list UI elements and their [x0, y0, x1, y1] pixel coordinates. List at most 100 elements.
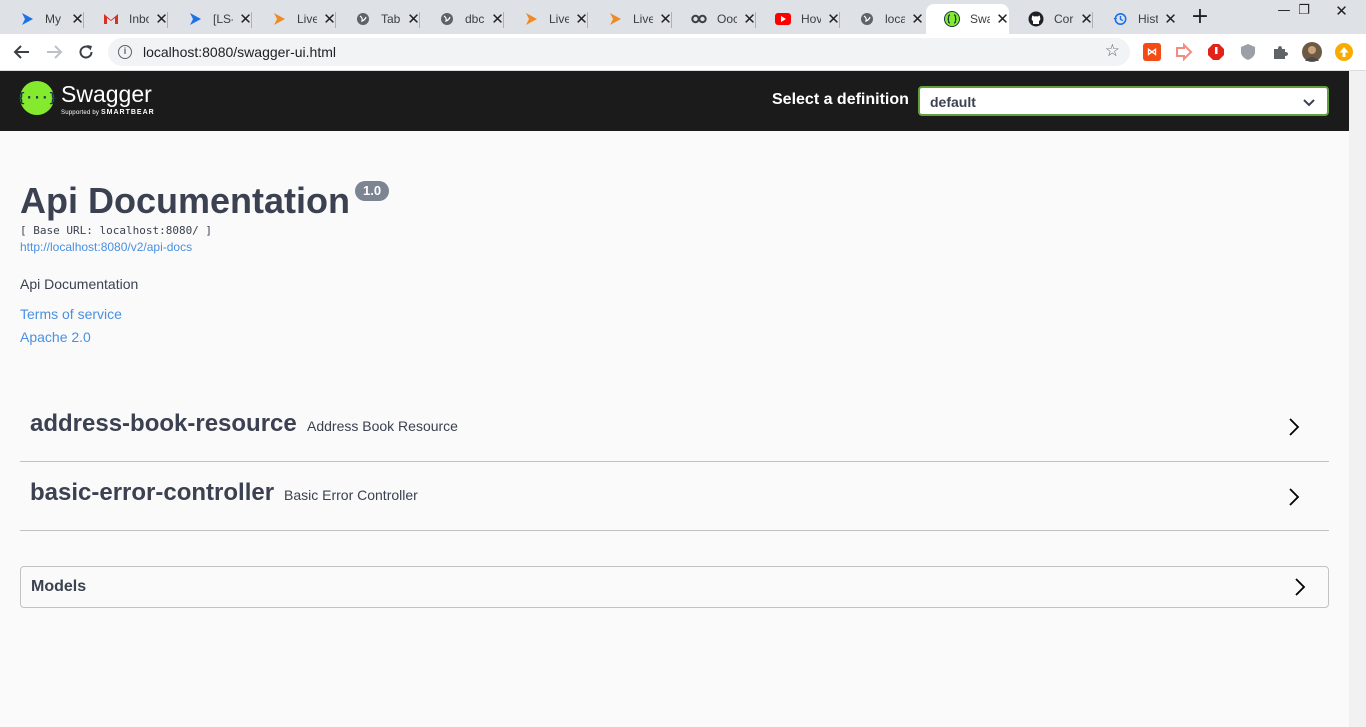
- browser-tab[interactable]: My ✕: [1, 4, 84, 34]
- extensions-puzzle-icon[interactable]: [1271, 43, 1289, 61]
- browser-tab[interactable]: Inbo ✕: [85, 4, 168, 34]
- tag-description: Basic Error Controller: [284, 487, 418, 503]
- browser-tab[interactable]: [LS- ✕: [169, 4, 252, 34]
- chevron-right-icon[interactable]: [1290, 577, 1310, 597]
- swagger-wordmark: Swagger: [61, 81, 152, 107]
- youtube-icon: [775, 11, 791, 27]
- tab-label: Cor: [1054, 12, 1074, 26]
- browser-tab[interactable]: Hist ✕: [1094, 4, 1177, 34]
- close-tab-icon[interactable]: ✕: [911, 10, 924, 28]
- models-section[interactable]: Models: [20, 566, 1329, 608]
- bookmark-star-icon[interactable]: ☆: [1105, 41, 1120, 61]
- update-arrow-icon[interactable]: [1335, 43, 1353, 61]
- close-window-icon[interactable]: ✕: [1317, 0, 1366, 26]
- browser-tab[interactable]: Live ✕: [253, 4, 336, 34]
- tab-label: Hov: [801, 12, 822, 26]
- browser-tab[interactable]: Live ✕: [505, 4, 588, 34]
- close-tab-icon[interactable]: ✕: [1164, 10, 1177, 28]
- browser-tab[interactable]: Hov ✕: [757, 4, 840, 34]
- tab-label: dbc: [465, 12, 485, 26]
- extension-pink-arrow-icon[interactable]: [1175, 43, 1193, 61]
- github-icon: [1028, 11, 1044, 27]
- api-docs-link[interactable]: http://localhost:8080/v2/api-docs: [20, 240, 192, 254]
- chevron-right-icon[interactable]: [1284, 487, 1304, 507]
- close-tab-icon[interactable]: ✕: [996, 10, 1009, 28]
- close-tab-icon[interactable]: ✕: [239, 10, 252, 28]
- smartbear-text: SMARTBEAR: [100, 109, 155, 116]
- tab-label: My: [45, 12, 61, 26]
- globe-icon: [439, 11, 455, 27]
- models-label[interactable]: Models: [31, 578, 86, 596]
- tab-label: Inbo: [129, 12, 150, 26]
- browser-tab[interactable]: dbc ✕: [421, 4, 504, 34]
- terms-of-service-link[interactable]: Terms of service: [20, 306, 122, 322]
- tab-label: Live: [549, 12, 570, 26]
- tab-label: Hist: [1138, 12, 1159, 26]
- tab-label: Live: [633, 12, 654, 26]
- new-tab-button[interactable]: +: [1188, 6, 1212, 28]
- license-link[interactable]: Apache 2.0: [20, 329, 91, 345]
- swagger-supported-by: Supported by SMARTBEAR: [61, 109, 155, 117]
- tab-label: [LS-: [213, 12, 234, 26]
- swagger-logo[interactable]: {···} Swagger Supported by SMARTBEAR: [17, 81, 155, 117]
- close-tab-icon[interactable]: ✕: [323, 10, 336, 28]
- adblock-icon[interactable]: [1207, 43, 1225, 61]
- history-icon: [1112, 11, 1128, 27]
- close-tab-icon[interactable]: ✕: [407, 10, 420, 28]
- definition-select[interactable]: default: [918, 86, 1329, 116]
- back-arrow-icon[interactable]: [10, 40, 34, 64]
- close-tab-icon[interactable]: ✕: [71, 10, 84, 28]
- browser-toolbar: i localhost:8080/swagger-ui.html ☆ ⋈: [0, 34, 1366, 71]
- definition-select-value: default: [930, 94, 976, 110]
- chevron-right-icon[interactable]: [1284, 417, 1304, 437]
- api-title: Api Documentation: [20, 180, 350, 221]
- orange-arrow-icon: [607, 11, 623, 27]
- address-url[interactable]: localhost:8080/swagger-ui.html: [143, 44, 336, 60]
- globe-icon: [859, 11, 875, 27]
- profile-avatar[interactable]: [1302, 42, 1322, 62]
- supported-by-text: Supported by: [61, 110, 100, 116]
- tag-name[interactable]: address-book-resource: [30, 410, 297, 438]
- page-scrollbar[interactable]: [1349, 71, 1366, 727]
- browser-tab[interactable]: Cor ✕: [1010, 4, 1093, 34]
- browser-tab[interactable]: Tab ✕: [337, 4, 420, 34]
- infinity-icon: [691, 11, 707, 27]
- browser-tab-active[interactable]: Swa ✕: [926, 4, 1009, 34]
- browser-tab[interactable]: Live ✕: [589, 4, 672, 34]
- tab-label: Tab: [381, 12, 401, 26]
- extension-red-square-icon[interactable]: ⋈: [1143, 43, 1161, 61]
- reload-icon[interactable]: [74, 40, 98, 64]
- tag-section-basic-error-controller[interactable]: basic-error-controller Basic Error Contr…: [20, 461, 1329, 531]
- api-description: Api Documentation: [20, 276, 139, 292]
- close-tab-icon[interactable]: ✕: [575, 10, 588, 28]
- tag-name[interactable]: basic-error-controller: [30, 479, 274, 507]
- orange-arrow-icon: [271, 11, 287, 27]
- tag-description: Address Book Resource: [307, 418, 458, 434]
- blue-arrow-icon: [187, 11, 203, 27]
- tab-label: Ooc: [717, 12, 738, 26]
- close-tab-icon[interactable]: ✕: [155, 10, 168, 28]
- shield-icon[interactable]: [1239, 43, 1257, 61]
- browser-tab-strip: My ✕ Inbo ✕ [LS- ✕ Live ✕ Tab ✕ dbc ✕ Li…: [0, 0, 1366, 34]
- site-info-icon[interactable]: i: [118, 45, 132, 59]
- close-tab-icon[interactable]: ✕: [1080, 10, 1093, 28]
- select-definition-label: Select a definition: [772, 91, 909, 108]
- chevron-down-icon: [1303, 93, 1315, 113]
- swagger-icon: [944, 11, 960, 27]
- globe-icon: [355, 11, 371, 27]
- close-tab-icon[interactable]: ✕: [659, 10, 672, 28]
- close-tab-icon[interactable]: ✕: [743, 10, 756, 28]
- tag-section-address-book-resource[interactable]: address-book-resource Address Book Resou…: [20, 392, 1329, 462]
- swagger-logo-text: Swagger Supported by SMARTBEAR: [61, 81, 155, 117]
- blue-arrow-icon: [19, 11, 35, 27]
- base-url: [ Base URL: localhost:8080/ ]: [20, 224, 213, 237]
- version-badge: 1.0: [355, 181, 390, 201]
- browser-tab[interactable]: Ooc ✕: [673, 4, 756, 34]
- browser-tab[interactable]: loca ✕: [841, 4, 924, 34]
- address-bar[interactable]: i localhost:8080/swagger-ui.html ☆: [108, 38, 1130, 66]
- orange-arrow-icon: [523, 11, 539, 27]
- close-tab-icon[interactable]: ✕: [827, 10, 840, 28]
- tab-label: Swa: [970, 12, 991, 26]
- forward-arrow-icon[interactable]: [42, 40, 66, 64]
- close-tab-icon[interactable]: ✕: [491, 10, 504, 28]
